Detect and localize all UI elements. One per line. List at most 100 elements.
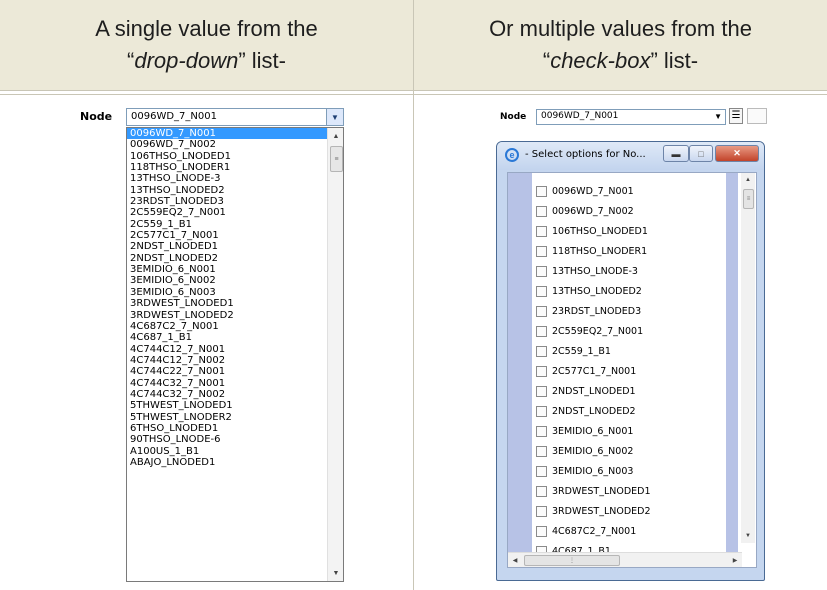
dropdown-option[interactable]: 3RDWEST_LNODED2 [127,310,343,321]
dropdown-option[interactable]: 106THSO_LNODED1 [127,151,343,162]
checkbox-option[interactable]: 3RDWEST_LNODED1 [536,481,726,501]
checkbox[interactable] [536,325,547,337]
checkbox-option[interactable]: 106THSO_LNODED1 [536,221,726,241]
close-icon[interactable]: ✕ [715,145,759,162]
dropdown-option[interactable]: 118THSO_LNODER1 [127,162,343,173]
checkbox-option[interactable]: 3EMIDIO_6_N003 [536,461,726,481]
scroll-thumb[interactable]: ≡ [743,189,754,209]
window-title: - Select options for No... [525,149,646,160]
dropdown-option[interactable]: 2C559_1_B1 [127,219,343,230]
dropdown-option[interactable]: 0096WD_7_N001 [127,128,343,140]
checkbox[interactable] [536,485,547,497]
minimize-icon[interactable]: ▬ [663,145,689,162]
checkbox-option[interactable]: 13THSO_LNODED2 [536,281,726,301]
checkbox-option[interactable]: 2NDST_LNODED2 [536,401,726,421]
checkbox-option[interactable]: 3EMIDIO_6_N001 [536,421,726,441]
dropdown-option[interactable]: 4C744C32_7_N002 [127,389,343,400]
checkbox[interactable] [536,465,547,477]
checkbox-option[interactable]: 0096WD_7_N001 [536,181,726,201]
checkbox[interactable] [536,345,547,357]
checkbox[interactable] [536,245,547,257]
checkbox[interactable] [536,265,547,277]
dropdown-option[interactable]: ABAJO_LNODED1 [127,457,343,468]
dropdown-option[interactable]: 5THWEST_LNODER2 [127,412,343,423]
scroll-thumb[interactable]: ≡ [330,146,343,172]
scroll-down-icon[interactable]: ▼ [741,529,755,543]
dropdown-option[interactable]: 6THSO_LNODED1 [127,423,343,434]
checkbox-option[interactable]: 2C577C1_7_N001 [536,361,726,381]
select-options-window[interactable]: e - Select options for No... ▬ □ ✕ 0096W… [496,141,765,581]
checkbox-label: 2C577C1_7_N001 [552,365,637,377]
checkbox-option[interactable]: 118THSO_LNODER1 [536,241,726,261]
window-hscroll[interactable]: ◀ ⋮ ▶ [508,552,742,567]
dropdown-option[interactable]: 0096WD_7_N002 [127,139,343,150]
scroll-up-icon[interactable]: ▲ [328,128,343,144]
checkbox[interactable] [536,285,547,297]
dropdown-option[interactable]: 3EMIDIO_6_N002 [127,275,343,286]
checkbox-option[interactable]: 13THSO_LNODE-3 [536,261,726,281]
hscroll-thumb[interactable]: ⋮ [524,555,620,566]
checkbox-option[interactable]: 2NDST_LNODED1 [536,381,726,401]
checkbox-label: 2C559EQ2_7_N001 [552,325,644,337]
checkbox-option[interactable]: 23RDST_LNODED3 [536,301,726,321]
scroll-down-icon[interactable]: ▼ [328,565,343,581]
checkbox-label: 3EMIDIO_6_N001 [552,425,634,437]
maximize-icon[interactable]: □ [689,145,713,162]
dropdown-option[interactable]: 13THSO_LNODE-3 [127,173,343,184]
node-dropdown[interactable]: 0096WD_7_N001 ▼ [126,108,344,126]
checkbox[interactable] [536,185,547,197]
chevron-down-icon-right[interactable]: ▼ [714,112,722,121]
partial-button[interactable] [747,108,767,124]
left-header-line2: “drop-down” list- [127,48,286,73]
dropdown-option[interactable]: 90THSO_LNODE-6 [127,434,343,445]
scroll-left-icon[interactable]: ◀ [508,553,522,567]
dropdown-option[interactable]: 4C687_1_B1 [127,332,343,343]
dropdown-option[interactable]: 2C559EQ2_7_N001 [127,207,343,218]
checkbox-option[interactable]: 0096WD_7_N002 [536,201,726,221]
checkbox[interactable] [536,205,547,217]
node-multiselect[interactable]: 0096WD_7_N001 ▼ [536,109,726,125]
dropdown-list[interactable]: 0096WD_7_N001 0096WD_7_N002 106THSO_LNODED… [126,127,344,582]
checkbox[interactable] [536,405,547,417]
dropdown-option[interactable]: A100US_1_B1 [127,446,343,457]
checkbox[interactable] [536,525,547,537]
checkbox[interactable] [536,365,547,377]
scroll-right-icon[interactable]: ▶ [728,553,742,567]
checkbox-option[interactable]: 3RDWEST_LNODED2 [536,501,726,521]
checkbox-option[interactable]: 2C559EQ2_7_N001 [536,321,726,341]
dropdown-option[interactable]: 4C744C32_7_N001 [127,378,343,389]
dropdown-option[interactable]: 4C744C12_7_N001 [127,344,343,355]
dropdown-option[interactable]: 23RDST_LNODED3 [127,196,343,207]
dropdown-option[interactable]: 2NDST_LNODED2 [127,253,343,264]
scroll-up-icon[interactable]: ▲ [741,173,755,187]
window-vscroll[interactable]: ▲ ≡ ▼ [741,173,755,543]
dropdown-option[interactable]: 3EMIDIO_6_N001 [127,264,343,275]
node-label-right: Node [500,112,527,122]
checkbox[interactable] [536,505,547,517]
list-options-icon[interactable]: ☰ [729,108,743,124]
left-header: A single value from the “drop-down” list… [0,0,413,90]
checkbox-option[interactable]: 2C559_1_B1 [536,341,726,361]
chevron-down-icon[interactable]: ▼ [326,109,343,125]
checkbox[interactable] [536,225,547,237]
checkbox[interactable] [536,445,547,457]
dropdown-scrollbar[interactable]: ▲ ≡ ▼ [327,128,343,581]
dropdown-option[interactable]: 3EMIDIO_6_N003 [127,287,343,298]
checkbox[interactable] [536,305,547,317]
checkbox-label: 4C687C2_7_N001 [552,525,637,537]
dropdown-option[interactable]: 5THWEST_LNODED1 [127,400,343,411]
checkbox-option[interactable]: 4C687C2_7_N001 [536,521,726,541]
checkbox[interactable] [536,385,547,397]
dropdown-option[interactable]: 4C687C2_7_N001 [127,321,343,332]
node-label: Node [80,110,113,123]
dropdown-option[interactable]: 4C744C22_7_N001 [127,366,343,377]
dropdown-option[interactable]: 4C744C12_7_N002 [127,355,343,366]
dropdown-option[interactable]: 2C577C1_7_N001 [127,230,343,241]
checkbox-option[interactable]: 3EMIDIO_6_N002 [536,441,726,461]
dropdown-option[interactable]: 13THSO_LNODED2 [127,185,343,196]
checkbox[interactable] [536,425,547,437]
checkbox-label: 2C559_1_B1 [552,345,611,357]
dropdown-option[interactable]: 2NDST_LNODED1 [127,241,343,252]
window-titlebar[interactable]: e - Select options for No... ▬ □ ✕ [497,142,764,170]
dropdown-option[interactable]: 3RDWEST_LNODED1 [127,298,343,309]
